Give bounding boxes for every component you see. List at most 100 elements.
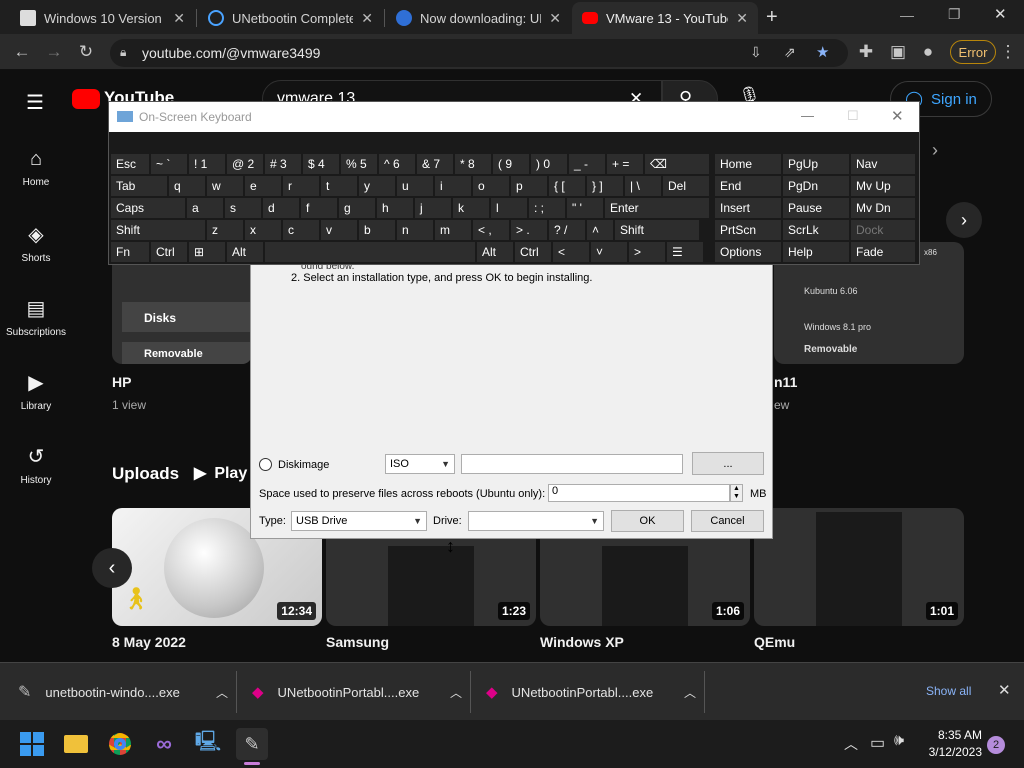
side-panel-icon[interactable]: ▣ — [884, 38, 912, 66]
notification-badge[interactable]: 2 — [987, 736, 1005, 754]
osk-key[interactable]: Alt — [227, 242, 263, 262]
browse-button[interactable]: ... — [692, 452, 764, 475]
cancel-button[interactable]: Cancel — [691, 510, 764, 532]
osk-key[interactable]: z — [207, 220, 243, 240]
volume-icon[interactable]: 🕪︎ — [894, 732, 904, 750]
osk-key[interactable]: x — [245, 220, 281, 240]
osk-key[interactable]: ? / — [549, 220, 585, 240]
osk-key[interactable]: @ 2 — [227, 154, 263, 174]
osk-key[interactable]: ~ ` — [151, 154, 187, 174]
osk-key[interactable]: Caps — [111, 198, 185, 218]
download-item[interactable]: ◆ UNetbootinPortabl....exe ︿ — [252, 676, 462, 708]
osk-key[interactable]: k — [453, 198, 489, 218]
video-title[interactable]: HP — [112, 374, 131, 390]
video-title[interactable]: n11 — [774, 374, 797, 390]
osk-key[interactable]: i — [435, 176, 471, 196]
clock[interactable]: 8:35 AM 3/12/2023 — [918, 728, 982, 759]
unetbootin-icon[interactable]: ✎ — [236, 728, 268, 760]
osk-key[interactable]: Shift — [615, 220, 699, 240]
osk-nav-key[interactable]: PgDn — [783, 176, 849, 196]
carousel-prev-icon[interactable]: ‹ — [92, 548, 132, 588]
tab-download[interactable]: Now downloading: UN ✕ — [386, 2, 571, 34]
menu-dots-icon[interactable]: ⋮ — [998, 38, 1018, 66]
osk-key[interactable]: | \ — [625, 176, 661, 196]
osk-key[interactable]: l — [491, 198, 527, 218]
osk-key[interactable]: b — [359, 220, 395, 240]
osk-key[interactable]: g — [339, 198, 375, 218]
osk-key[interactable]: & 7 — [417, 154, 453, 174]
osk-key[interactable]: Esc — [111, 154, 149, 174]
osk-key[interactable]: ˄ — [587, 220, 613, 240]
new-tab-icon[interactable]: + — [766, 6, 778, 29]
visual-studio-icon[interactable]: ∞ — [148, 728, 180, 760]
osk-nav-key[interactable]: PrtScn — [715, 220, 781, 240]
osk-key[interactable]: t — [321, 176, 357, 196]
space-spinbox[interactable]: 0 — [548, 484, 730, 502]
file-explorer-icon[interactable] — [60, 728, 92, 760]
sidebar-item-home[interactable]: ⌂ Home — [0, 148, 72, 188]
osk-key[interactable]: y — [359, 176, 395, 196]
osk-key[interactable]: m — [435, 220, 471, 240]
profile-icon[interactable]: ● — [914, 38, 942, 66]
osk-key[interactable]: s — [225, 198, 261, 218]
close-window-icon[interactable]: ✕ — [994, 5, 1007, 23]
osk-key[interactable]: u — [397, 176, 433, 196]
osk-nav-key[interactable]: Insert — [715, 198, 781, 218]
osk-key[interactable]: p — [511, 176, 547, 196]
osk-key[interactable]: : ; — [529, 198, 565, 218]
bookmark-star-icon[interactable]: ★ — [816, 43, 829, 61]
youtube-logo-icon[interactable] — [72, 89, 100, 109]
osk-key[interactable]: + = — [607, 154, 643, 174]
close-icon[interactable]: ✕ — [891, 107, 904, 125]
osk-key[interactable]: ⌫ — [645, 154, 709, 174]
osk-key[interactable]: > . — [511, 220, 547, 240]
osk-nav-key[interactable]: Options — [715, 242, 781, 262]
network-computer-icon[interactable]: 🖳︎ — [192, 728, 224, 760]
video-title[interactable]: QEmu — [754, 634, 795, 650]
osk-nav-key[interactable]: PgUp — [783, 154, 849, 174]
close-shelf-icon[interactable]: ✕ — [998, 681, 1011, 699]
download-item[interactable]: ✎ unetbootin-windo....exe ︿ — [18, 676, 228, 708]
osk-nav-key[interactable]: Nav — [851, 154, 915, 174]
osk-key[interactable]: Tab — [111, 176, 167, 196]
osk-key[interactable]: e — [245, 176, 281, 196]
chevron-up-icon[interactable]: ︿ — [450, 684, 462, 701]
carousel-next-icon[interactable]: › — [946, 202, 982, 238]
osk-key[interactable]: < , — [473, 220, 509, 240]
spin-arrows-icon[interactable]: ▲ ▼ — [730, 484, 743, 502]
share-icon[interactable]: ⇗ — [784, 44, 796, 61]
osk-key[interactable]: # 3 — [265, 154, 301, 174]
video-title[interactable]: 8 May 2022 — [112, 634, 186, 650]
osk-key[interactable]: ! 1 — [189, 154, 225, 174]
osk-key[interactable]: f — [301, 198, 337, 218]
osk-key[interactable]: Ctrl — [515, 242, 551, 262]
display-icon[interactable]: ▭ — [870, 733, 885, 753]
osk-key[interactable]: _ - — [569, 154, 605, 174]
osk-key[interactable]: o — [473, 176, 509, 196]
video-title[interactable]: Samsung — [326, 634, 389, 650]
osk-key[interactable]: % 5 — [341, 154, 377, 174]
tab-unetbootin[interactable]: UNetbootin Complete ✕ — [198, 2, 383, 34]
osk-nav-key[interactable]: Fade — [851, 242, 915, 262]
osk-key[interactable]: ^ 6 — [379, 154, 415, 174]
restore-icon[interactable]: ❐ — [948, 6, 961, 23]
osk-nav-key[interactable]: Home — [715, 154, 781, 174]
osk-key[interactable]: h — [377, 198, 413, 218]
video-thumbnail[interactable]: 1:01 — [754, 508, 964, 626]
osk-nav-key[interactable]: Help — [783, 242, 849, 262]
osk-key[interactable]: v — [321, 220, 357, 240]
install-app-icon[interactable]: ⇩ — [750, 44, 762, 61]
sidebar-item-history[interactable]: ↺ History — [0, 444, 72, 486]
reload-icon[interactable]: ↻ — [72, 38, 100, 66]
address-bar[interactable]: 🔒︎ youtube.com/@vmware3499 ⇩ ⇗ ★ — [110, 39, 848, 67]
osk-key[interactable]: Alt — [477, 242, 513, 262]
hamburger-menu-icon[interactable]: ☰ — [26, 90, 44, 115]
extensions-icon[interactable]: ✚ — [852, 38, 880, 66]
osk-key[interactable]: ˅ — [591, 242, 627, 262]
tab-windows10[interactable]: Windows 10 Version 2… ✕ — [10, 2, 195, 34]
tab-close-icon[interactable]: ✕ — [736, 10, 748, 27]
sidebar-item-subscriptions[interactable]: ▤ Subscriptions — [0, 296, 72, 338]
osk-key[interactable]: * 8 — [455, 154, 491, 174]
osk-key[interactable]: Fn — [111, 242, 149, 262]
osk-key[interactable]: n — [397, 220, 433, 240]
